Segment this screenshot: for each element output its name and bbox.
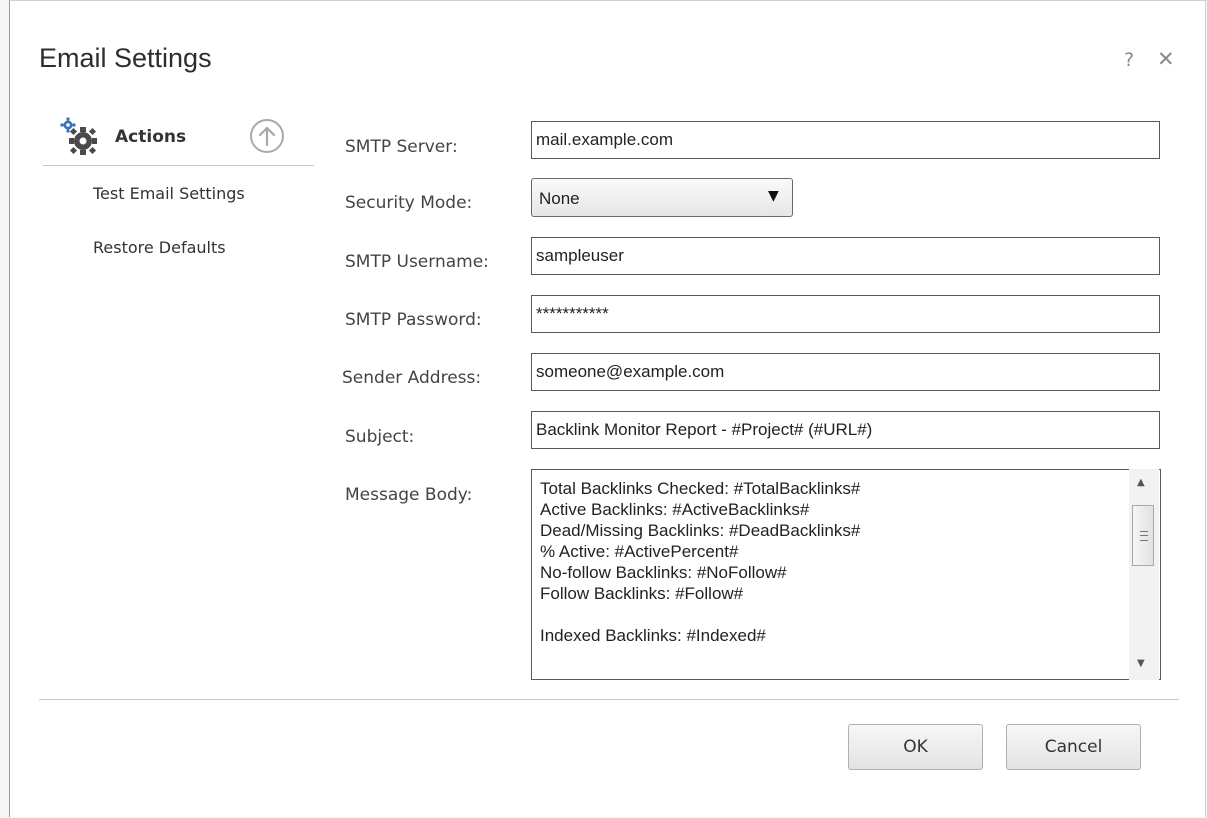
smtp-server-label: SMTP Server: <box>345 137 458 157</box>
message-line: Indexed Backlinks: #Indexed# <box>540 626 766 645</box>
scrollbar-thumb[interactable] <box>1132 505 1154 566</box>
ok-button[interactable]: OK <box>848 724 983 770</box>
help-icon[interactable]: ? <box>1124 49 1134 71</box>
footer-divider <box>39 699 1179 700</box>
smtp-password-label: SMTP Password: <box>345 310 482 330</box>
message-line: Active Backlinks: #ActiveBacklinks# <box>540 500 810 519</box>
message-line: Follow Backlinks: #Follow# <box>540 584 744 603</box>
smtp-password-input[interactable] <box>531 295 1160 333</box>
message-body-content: Total Backlinks Checked: #TotalBacklinks… <box>540 478 860 646</box>
subject-input[interactable] <box>531 411 1160 449</box>
email-settings-dialog: Email Settings ? ✕ Actions Test Email Se… <box>9 0 1206 817</box>
smtp-username-label: SMTP Username: <box>345 252 489 272</box>
scroll-down-arrow-icon[interactable]: ▼ <box>1137 658 1145 669</box>
subject-label: Subject: <box>345 427 415 447</box>
circle-up-arrow-icon[interactable] <box>249 118 285 154</box>
dialog-title: Email Settings <box>39 43 212 73</box>
sender-address-label: Sender Address: <box>342 368 482 388</box>
actions-header-label: Actions <box>115 127 187 147</box>
chevron-down-icon: ▼ <box>768 188 779 204</box>
smtp-server-input[interactable] <box>531 121 1160 159</box>
grip-icon <box>1140 531 1148 541</box>
smtp-username-input[interactable] <box>531 237 1160 275</box>
cancel-button[interactable]: Cancel <box>1006 724 1141 770</box>
test-email-settings-link[interactable]: Test Email Settings <box>93 184 245 203</box>
message-line: No-follow Backlinks: #NoFollow# <box>540 563 787 582</box>
restore-defaults-link[interactable]: Restore Defaults <box>93 238 226 257</box>
gears-icon <box>60 117 97 155</box>
sender-address-input[interactable] <box>531 353 1160 391</box>
message-line: % Active: #ActivePercent# <box>540 542 739 561</box>
security-mode-label: Security Mode: <box>345 193 473 213</box>
message-line <box>540 604 860 625</box>
message-body-label: Message Body: <box>345 485 473 505</box>
message-line: Dead/Missing Backlinks: #DeadBacklinks# <box>540 521 861 540</box>
scroll-up-arrow-icon[interactable]: ▲ <box>1137 477 1145 488</box>
message-body-textarea[interactable]: Total Backlinks Checked: #TotalBacklinks… <box>531 469 1161 680</box>
message-body-scrollbar[interactable]: ▲ ▼ <box>1129 469 1159 680</box>
message-line: Total Backlinks Checked: #TotalBacklinks… <box>540 479 861 498</box>
close-icon[interactable]: ✕ <box>1157 47 1175 71</box>
security-mode-value: None <box>539 189 580 208</box>
security-mode-select[interactable]: None ▼ <box>531 178 793 217</box>
actions-panel-header: Actions <box>43 109 314 166</box>
